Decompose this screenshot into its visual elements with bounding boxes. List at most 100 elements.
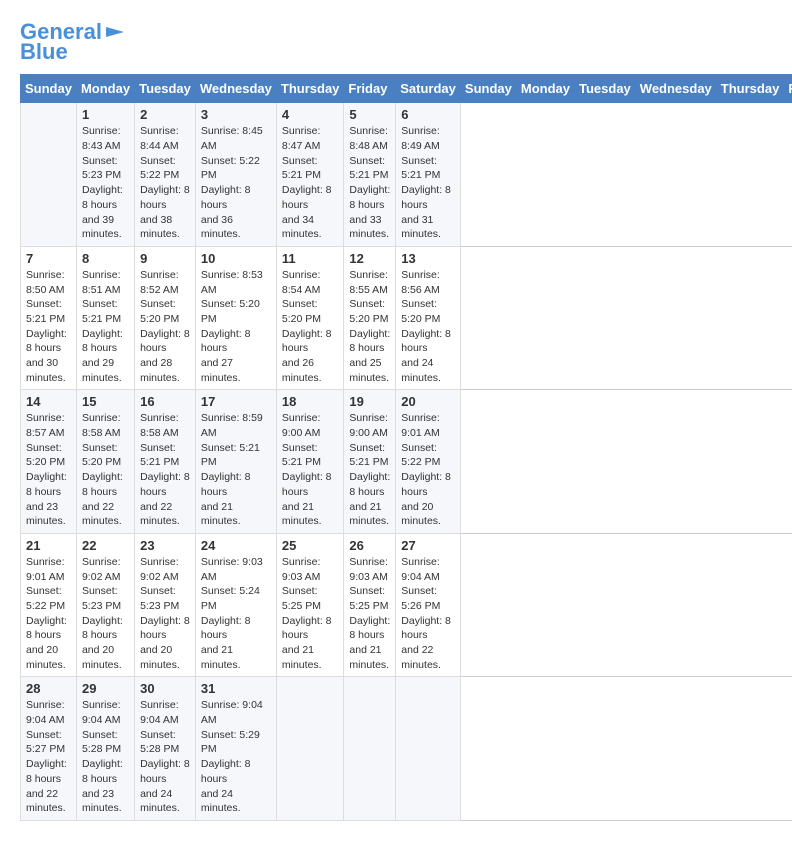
day-info: Sunrise: 8:57 AM Sunset: 5:20 PM Dayligh…	[26, 411, 71, 529]
day-number: 2	[140, 107, 190, 122]
day-info: Sunrise: 8:55 AM Sunset: 5:20 PM Dayligh…	[349, 268, 390, 386]
day-number: 7	[26, 251, 71, 266]
day-info: Sunrise: 9:01 AM Sunset: 5:22 PM Dayligh…	[401, 411, 455, 529]
column-header-sunday: Sunday	[460, 75, 516, 103]
calendar-cell	[396, 677, 461, 821]
calendar-cell: 25 Sunrise: 9:03 AM Sunset: 5:25 PM Dayli…	[276, 533, 344, 677]
logo: General Blue	[20, 20, 124, 64]
calendar-cell	[21, 103, 77, 247]
day-number: 30	[140, 681, 190, 696]
day-info: Sunrise: 8:48 AM Sunset: 5:21 PM Dayligh…	[349, 124, 390, 242]
calendar-week-2: 7 Sunrise: 8:50 AM Sunset: 5:21 PM Daylig…	[21, 246, 792, 390]
day-number: 9	[140, 251, 190, 266]
calendar-week-3: 14Sunrise: 8:57 AM Sunset: 5:20 PM Dayli…	[21, 390, 792, 534]
day-number: 24	[201, 538, 271, 553]
calendar-table: SundayMondayTuesdayWednesdayThursdayFrid…	[20, 74, 792, 821]
calendar-cell: 7 Sunrise: 8:50 AM Sunset: 5:21 PM Daylig…	[21, 246, 77, 390]
calendar-cell: 24 Sunrise: 9:03 AM Sunset: 5:24 PM Dayli…	[195, 533, 276, 677]
day-info: Sunrise: 8:44 AM Sunset: 5:22 PM Dayligh…	[140, 124, 190, 242]
day-number: 18	[282, 394, 339, 409]
calendar-cell: 29Sunrise: 9:04 AM Sunset: 5:28 PM Dayli…	[76, 677, 134, 821]
calendar-cell: 18 Sunrise: 9:00 AM Sunset: 5:21 PM Dayli…	[276, 390, 344, 534]
day-info: Sunrise: 9:00 AM Sunset: 5:21 PM Dayligh…	[282, 411, 339, 529]
calendar-cell: 19Sunrise: 9:00 AM Sunset: 5:21 PM Dayli…	[344, 390, 396, 534]
calendar-week-1: 1 Sunrise: 8:43 AM Sunset: 5:23 PM Daylig…	[21, 103, 792, 247]
calendar-week-4: 21 Sunrise: 9:01 AM Sunset: 5:22 PM Dayli…	[21, 533, 792, 677]
day-number: 28	[26, 681, 71, 696]
day-info: Sunrise: 8:43 AM Sunset: 5:23 PM Dayligh…	[82, 124, 129, 242]
day-number: 23	[140, 538, 190, 553]
day-info: Sunrise: 9:04 AM Sunset: 5:28 PM Dayligh…	[140, 698, 190, 816]
calendar-cell: 12 Sunrise: 8:55 AM Sunset: 5:20 PM Dayli…	[344, 246, 396, 390]
calendar-cell: 20 Sunrise: 9:01 AM Sunset: 5:22 PM Dayli…	[396, 390, 461, 534]
day-number: 5	[349, 107, 390, 122]
day-number: 27	[401, 538, 455, 553]
day-number: 4	[282, 107, 339, 122]
day-info: Sunrise: 8:45 AM Sunset: 5:22 PM Dayligh…	[201, 124, 271, 242]
calendar-cell: 28 Sunrise: 9:04 AM Sunset: 5:27 PM Dayli…	[21, 677, 77, 821]
day-info: Sunrise: 8:50 AM Sunset: 5:21 PM Dayligh…	[26, 268, 71, 386]
calendar-cell: 30 Sunrise: 9:04 AM Sunset: 5:28 PM Dayli…	[135, 677, 196, 821]
column-header-thursday: Thursday	[716, 75, 784, 103]
day-number: 1	[82, 107, 129, 122]
day-info: Sunrise: 9:04 AM Sunset: 5:26 PM Dayligh…	[401, 555, 455, 673]
calendar-cell	[344, 677, 396, 821]
calendar-week-5: 28 Sunrise: 9:04 AM Sunset: 5:27 PM Dayli…	[21, 677, 792, 821]
column-header-wednesday: Wednesday	[195, 75, 276, 103]
day-number: 3	[201, 107, 271, 122]
day-info: Sunrise: 8:53 AM Sunset: 5:20 PM Dayligh…	[201, 268, 271, 386]
calendar-cell: 17Sunrise: 8:59 AM Sunset: 5:21 PM Dayli…	[195, 390, 276, 534]
day-number: 25	[282, 538, 339, 553]
day-info: Sunrise: 8:59 AM Sunset: 5:21 PM Dayligh…	[201, 411, 271, 529]
calendar-cell: 15 Sunrise: 8:58 AM Sunset: 5:20 PM Dayli…	[76, 390, 134, 534]
day-info: Sunrise: 9:03 AM Sunset: 5:24 PM Dayligh…	[201, 555, 271, 673]
day-number: 13	[401, 251, 455, 266]
calendar-cell: 2 Sunrise: 8:44 AM Sunset: 5:22 PM Daylig…	[135, 103, 196, 247]
day-info: Sunrise: 8:56 AM Sunset: 5:20 PM Dayligh…	[401, 268, 455, 386]
day-number: 15	[82, 394, 129, 409]
column-header-tuesday: Tuesday	[135, 75, 196, 103]
calendar-cell: 4 Sunrise: 8:47 AM Sunset: 5:21 PM Daylig…	[276, 103, 344, 247]
day-info: Sunrise: 8:58 AM Sunset: 5:20 PM Dayligh…	[82, 411, 129, 529]
calendar-cell	[276, 677, 344, 821]
calendar-cell: 31 Sunrise: 9:04 AM Sunset: 5:29 PM Dayli…	[195, 677, 276, 821]
calendar-cell: 5 Sunrise: 8:48 AM Sunset: 5:21 PM Daylig…	[344, 103, 396, 247]
day-number: 26	[349, 538, 390, 553]
logo-text-blue: Blue	[20, 40, 68, 64]
column-header-friday: Friday	[784, 75, 792, 103]
day-number: 12	[349, 251, 390, 266]
day-info: Sunrise: 8:58 AM Sunset: 5:21 PM Dayligh…	[140, 411, 190, 529]
day-info: Sunrise: 9:04 AM Sunset: 5:28 PM Dayligh…	[82, 698, 129, 816]
day-number: 11	[282, 251, 339, 266]
day-number: 21	[26, 538, 71, 553]
day-number: 8	[82, 251, 129, 266]
column-header-wednesday: Wednesday	[635, 75, 716, 103]
calendar-cell: 22Sunrise: 9:02 AM Sunset: 5:23 PM Dayli…	[76, 533, 134, 677]
calendar-cell: 26 Sunrise: 9:03 AM Sunset: 5:25 PM Dayli…	[344, 533, 396, 677]
day-info: Sunrise: 9:01 AM Sunset: 5:22 PM Dayligh…	[26, 555, 71, 673]
column-header-monday: Monday	[516, 75, 574, 103]
day-number: 16	[140, 394, 190, 409]
calendar-cell: 6 Sunrise: 8:49 AM Sunset: 5:21 PM Daylig…	[396, 103, 461, 247]
column-header-friday: Friday	[344, 75, 396, 103]
calendar-cell: 11Sunrise: 8:54 AM Sunset: 5:20 PM Dayli…	[276, 246, 344, 390]
day-number: 20	[401, 394, 455, 409]
calendar-cell: 23Sunrise: 9:02 AM Sunset: 5:23 PM Dayli…	[135, 533, 196, 677]
logo-bird-icon	[106, 25, 124, 39]
day-info: Sunrise: 9:00 AM Sunset: 5:21 PM Dayligh…	[349, 411, 390, 529]
calendar-cell: 27 Sunrise: 9:04 AM Sunset: 5:26 PM Dayli…	[396, 533, 461, 677]
column-header-sunday: Sunday	[21, 75, 77, 103]
calendar-cell: 9Sunrise: 8:52 AM Sunset: 5:20 PM Daylig…	[135, 246, 196, 390]
day-info: Sunrise: 9:03 AM Sunset: 5:25 PM Dayligh…	[282, 555, 339, 673]
day-info: Sunrise: 9:04 AM Sunset: 5:29 PM Dayligh…	[201, 698, 271, 816]
day-info: Sunrise: 9:04 AM Sunset: 5:27 PM Dayligh…	[26, 698, 71, 816]
day-number: 6	[401, 107, 455, 122]
page-header: General Blue	[20, 20, 772, 64]
day-info: Sunrise: 9:03 AM Sunset: 5:25 PM Dayligh…	[349, 555, 390, 673]
day-info: Sunrise: 8:47 AM Sunset: 5:21 PM Dayligh…	[282, 124, 339, 242]
calendar-cell: 10Sunrise: 8:53 AM Sunset: 5:20 PM Dayli…	[195, 246, 276, 390]
day-number: 31	[201, 681, 271, 696]
day-number: 22	[82, 538, 129, 553]
day-info: Sunrise: 8:51 AM Sunset: 5:21 PM Dayligh…	[82, 268, 129, 386]
day-info: Sunrise: 8:49 AM Sunset: 5:21 PM Dayligh…	[401, 124, 455, 242]
